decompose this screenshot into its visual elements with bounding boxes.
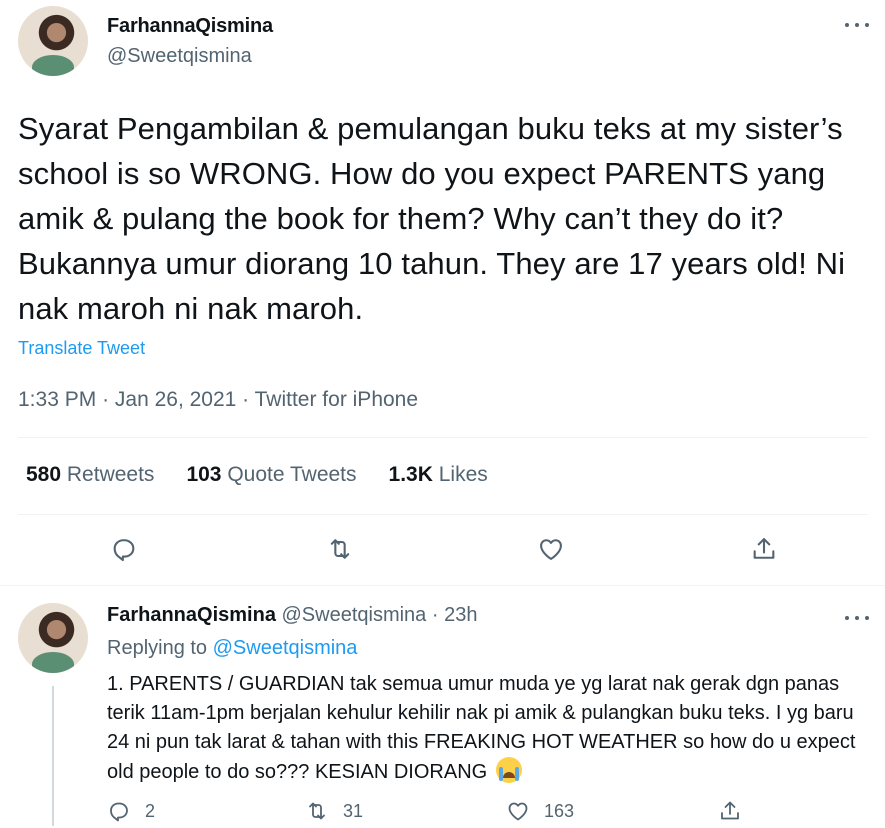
tweet-source[interactable]: Twitter for iPhone [255,388,418,411]
reply-header: FarhannaQismina @Sweetqismina · 23h [107,604,477,627]
quote-tweets-count: 103 [186,463,222,486]
reply-text: 1. PARENTS / GUARDIAN tak semua umur mud… [107,673,856,783]
divider [18,514,868,515]
replying-to-prefix: Replying to [107,637,208,659]
reply-retweet-button[interactable]: 31 [305,799,363,823]
reply-author-avatar[interactable] [18,603,88,673]
more-options-icon[interactable] [845,15,869,35]
quote-tweets-stat[interactable]: 103 Quote Tweets [186,463,356,487]
divider [0,585,885,586]
like-count: 163 [544,800,575,821]
retweet-icon [330,539,350,559]
reply-author-handle[interactable]: @Sweetqismina [282,604,427,626]
translate-tweet-link[interactable]: Translate Tweet [18,338,145,359]
reply-icon [113,539,135,562]
reply-icon [110,802,128,822]
retweet-icon [309,802,325,820]
separator-dot: · [431,604,439,626]
replying-to-handle[interactable]: @Sweetqismina [213,637,358,659]
engagement-stats: 580 Retweets 103 Quote Tweets 1.3K Likes [26,463,488,487]
thread-connector-line [52,686,54,826]
reply-time[interactable]: 23h [444,604,477,626]
replying-to: Replying to @Sweetqismina [107,637,357,660]
reply-reply-button[interactable]: 2 [107,799,155,823]
author-avatar[interactable] [18,6,88,76]
loudly-crying-face-emoji-icon [495,757,522,783]
like-icon [508,802,528,821]
tweet-date[interactable]: Jan 26, 2021 [115,388,236,411]
tweet-text: Syarat Pengambilan & pemulangan buku tek… [18,111,846,326]
author-handle[interactable]: @Sweetqismina [107,45,252,68]
retweet-button[interactable] [326,535,354,563]
quote-tweets-label: Quote Tweets [227,463,357,486]
share-icon [721,801,739,820]
reply-text-block: 1. PARENTS / GUARDIAN tak semua umur mud… [107,670,867,787]
reply-share-button[interactable] [718,799,742,823]
retweets-count: 580 [26,463,62,486]
likes-count: 1.3K [388,463,433,486]
reply-more-options-icon[interactable] [845,608,869,628]
retweets-stat[interactable]: 580 Retweets [26,463,154,487]
author-name[interactable]: FarhannaQismina [107,15,273,38]
reply-button[interactable] [110,535,138,563]
likes-stat[interactable]: 1.3K Likes [389,463,488,487]
reply-like-button[interactable]: 163 [506,799,574,823]
retweet-count: 31 [343,800,364,821]
retweets-label: Retweets [66,463,155,486]
separator-dot: · [102,388,115,411]
tweet-time[interactable]: 1:33 PM [18,388,96,411]
share-button[interactable] [750,535,778,563]
tweet-meta: 1:33 PM · Jan 26, 2021 · Twitter for iPh… [18,388,418,412]
like-icon [540,539,562,560]
share-icon [753,538,775,559]
like-button[interactable] [537,535,565,563]
likes-label: Likes [438,463,488,486]
reply-author-name[interactable]: FarhannaQismina [107,604,276,626]
reply-count: 2 [145,800,156,821]
separator-dot: · [242,388,255,411]
divider [18,437,868,438]
